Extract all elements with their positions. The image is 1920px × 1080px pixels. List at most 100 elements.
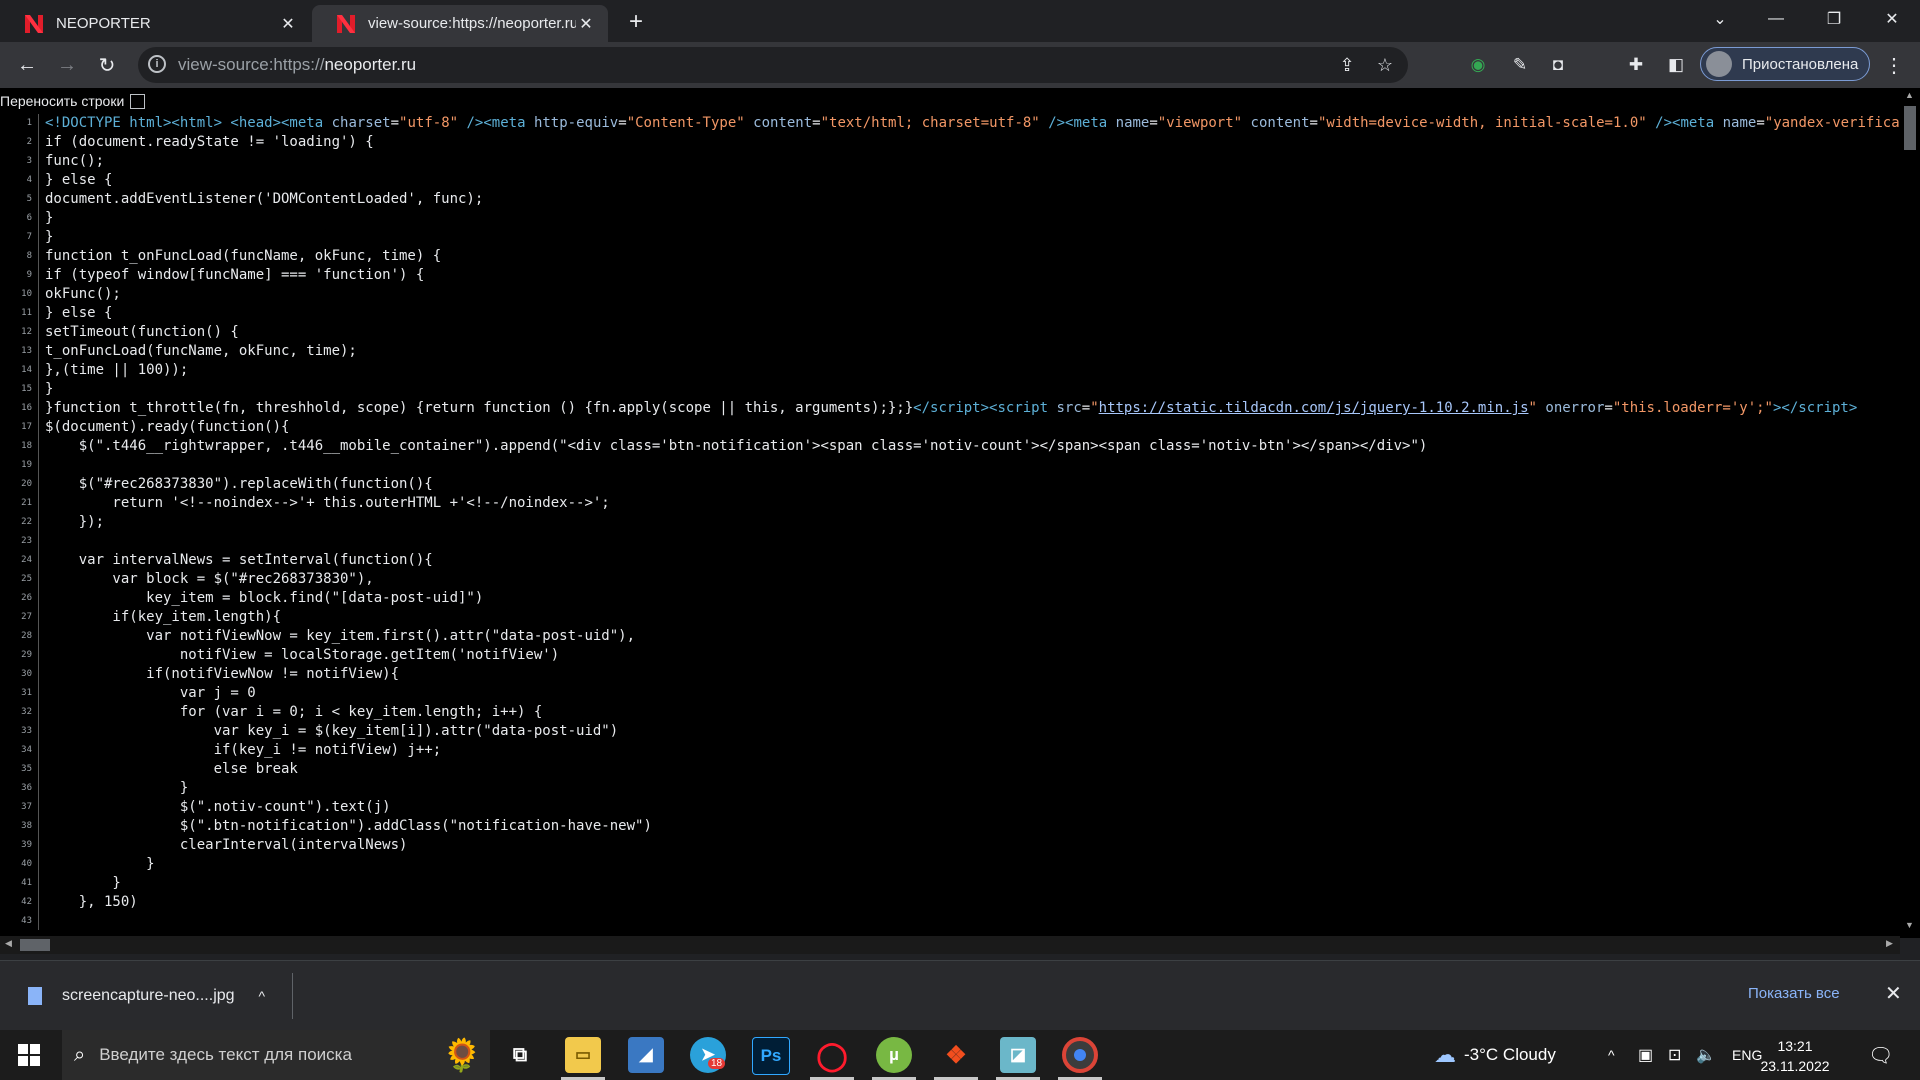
address-url[interactable]: view-source:https://neoporter.ru <box>178 55 416 75</box>
chrome-icon[interactable] <box>1062 1037 1098 1073</box>
line-number: 29 <box>21 650 32 660</box>
close-icon[interactable]: ✕ <box>278 14 298 34</box>
line-number: 34 <box>21 745 32 755</box>
network-icon[interactable]: ⊡ <box>1668 1030 1681 1080</box>
horizontal-scrollbar[interactable]: ◀ ▶ <box>0 936 1900 954</box>
line-number: 35 <box>21 764 32 774</box>
line-number: 15 <box>21 384 32 394</box>
source-line-text: if(notifViewNow != notifView){ <box>45 666 400 682</box>
meet-now-icon[interactable]: ▣ <box>1638 1030 1653 1080</box>
minimize-button[interactable]: — <box>1748 0 1804 38</box>
side-panel-icon[interactable]: ◧ <box>1664 53 1688 77</box>
source-line: 29 notifView = localStorage.getItem('not… <box>0 646 1900 665</box>
line-number: 12 <box>21 327 32 337</box>
notification-center-icon[interactable]: 🗨 <box>1868 1030 1893 1080</box>
opera-icon[interactable]: ◯ <box>814 1037 850 1073</box>
line-number: 43 <box>21 916 32 926</box>
address-bar[interactable]: i view-source:https://neoporter.ru ⇪ ☆ <box>138 47 1408 83</box>
source-line: 28 var notifViewNow = key_item.first().a… <box>0 627 1900 646</box>
kebab-menu-icon[interactable]: ⋮ <box>1882 52 1906 78</box>
weather-widget[interactable]: ☁ -3°C Cloudy <box>1434 1030 1556 1080</box>
system-clock[interactable]: 13:21 23.11.2022 <box>1758 1036 1832 1076</box>
line-wrap-label: Переносить строки <box>0 93 125 109</box>
site-info-icon[interactable]: i <box>148 55 166 73</box>
source-line: 4 } else { <box>0 171 1900 190</box>
line-number: 38 <box>21 821 32 831</box>
line-number: 6 <box>26 213 32 223</box>
close-icon[interactable]: ✕ <box>1885 981 1902 1006</box>
line-number: 36 <box>21 783 32 793</box>
new-tab-button[interactable]: + <box>622 8 650 36</box>
extension-grammar-icon[interactable]: ◉ <box>1466 53 1490 77</box>
line-number: 27 <box>21 612 32 622</box>
line-number: 23 <box>21 536 32 546</box>
source-line-text: } <box>45 856 155 872</box>
scrollbar-thumb[interactable] <box>1904 106 1916 150</box>
photoshop-icon[interactable]: Ps <box>752 1037 790 1075</box>
file-explorer-icon[interactable]: ▭ <box>565 1037 601 1073</box>
notes-app-icon[interactable]: ◪ <box>1000 1037 1036 1073</box>
source-line: 30 if(notifViewNow != notifView){ <box>0 665 1900 684</box>
show-hidden-icons-chevron-icon[interactable]: ^ <box>1608 1030 1615 1080</box>
back-button[interactable]: ← <box>12 50 42 80</box>
download-item[interactable]: screencapture-neo....jpg ^ <box>20 973 293 1019</box>
scrollbar-thumb[interactable] <box>20 939 50 951</box>
figma-icon[interactable]: ❖ <box>938 1037 974 1073</box>
line-number: 11 <box>21 308 32 318</box>
source-line-text: if (typeof window[funcName] === 'functio… <box>45 267 425 283</box>
source-line: 18 $(".t446__rightwrapper, .t446__mobile… <box>0 437 1900 456</box>
source-line-text: <!DOCTYPE html><html> <head><meta charse… <box>45 115 1900 131</box>
extensions-puzzle-icon[interactable]: ✚ <box>1624 53 1648 77</box>
source-line: 5 document.addEventListener('DOMContentLo… <box>0 190 1900 209</box>
line-number: 7 <box>26 232 32 242</box>
source-line: 40 } <box>0 855 1900 874</box>
line-number: 22 <box>21 517 32 527</box>
camera-extension-icon[interactable]: ◘ <box>1546 53 1570 77</box>
source-line: 19 <box>0 456 1900 475</box>
tab-neoporter[interactable]: NEOPORTER ✕ <box>0 5 310 42</box>
avatar <box>1706 51 1732 77</box>
source-line: 1 <!DOCTYPE html><html> <head><meta chars… <box>0 114 1900 133</box>
line-number: 40 <box>21 859 32 869</box>
bookmark-star-icon[interactable]: ☆ <box>1374 54 1396 76</box>
window-close-button[interactable]: ✕ <box>1864 0 1920 38</box>
forward-button[interactable]: → <box>52 50 82 80</box>
source-line-text: }function t_throttle(fn, threshhold, sco… <box>45 400 1858 416</box>
source-line: 25 var block = $("#rec268373830"), <box>0 570 1900 589</box>
source-line: 21 return '<!--noindex-->'+ this.outerHT… <box>0 494 1900 513</box>
source-line-text: $(document).ready(function(){ <box>45 419 290 435</box>
windows-start-icon[interactable] <box>18 1044 40 1066</box>
vertical-scrollbar[interactable]: ▲ ▼ <box>1900 88 1920 938</box>
source-line: 41 } <box>0 874 1900 893</box>
source-line-text: if(key_item.length){ <box>45 609 282 625</box>
task-view-icon[interactable]: ⧉ <box>502 1037 538 1073</box>
source-line-text: for (var i = 0; i < key_item.length; i++… <box>45 704 543 720</box>
extension-pen-icon[interactable]: ✎ <box>1508 53 1532 77</box>
line-number: 14 <box>21 365 32 375</box>
line-number: 37 <box>21 802 32 812</box>
reload-button[interactable]: ↻ <box>92 50 122 80</box>
windows-app-icon[interactable]: ◢ <box>628 1037 664 1073</box>
show-all-downloads-link[interactable]: Показать все <box>1748 985 1840 1002</box>
line-number: 17 <box>21 422 32 432</box>
source-line: 17 $(document).ready(function(){ <box>0 418 1900 437</box>
line-wrap-toggle[interactable]: Переносить строки <box>0 92 146 110</box>
source-line-text: $(".notiv-count").text(j) <box>45 799 391 815</box>
restore-button[interactable]: ❐ <box>1806 0 1862 38</box>
tab-search-icon[interactable]: ⌄ <box>1692 0 1748 38</box>
profile-button[interactable]: Приостановлена <box>1700 47 1870 81</box>
line-number: 24 <box>21 555 32 565</box>
utorrent-icon[interactable]: µ <box>876 1037 912 1073</box>
tab-view-source[interactable]: view-source:https://neoporter.ru ✕ <box>312 5 608 42</box>
chevron-up-icon[interactable]: ^ <box>259 988 266 1004</box>
source-line: 9 if (typeof window[funcName] === 'functi… <box>0 266 1900 285</box>
close-icon[interactable]: ✕ <box>576 14 596 34</box>
line-wrap-checkbox[interactable] <box>130 93 146 109</box>
share-icon[interactable]: ⇪ <box>1336 54 1358 76</box>
source-line-text: } else { <box>45 172 113 188</box>
line-number: 4 <box>26 175 32 185</box>
volume-icon[interactable]: 🔈 <box>1696 1030 1716 1080</box>
source-line-text: var key_i = $(key_item[i]).attr("data-po… <box>45 723 619 739</box>
taskbar-search[interactable]: ⌕ Введите здесь текст для поиска 🌻 <box>62 1030 490 1080</box>
source-line: 7} <box>0 228 1900 247</box>
